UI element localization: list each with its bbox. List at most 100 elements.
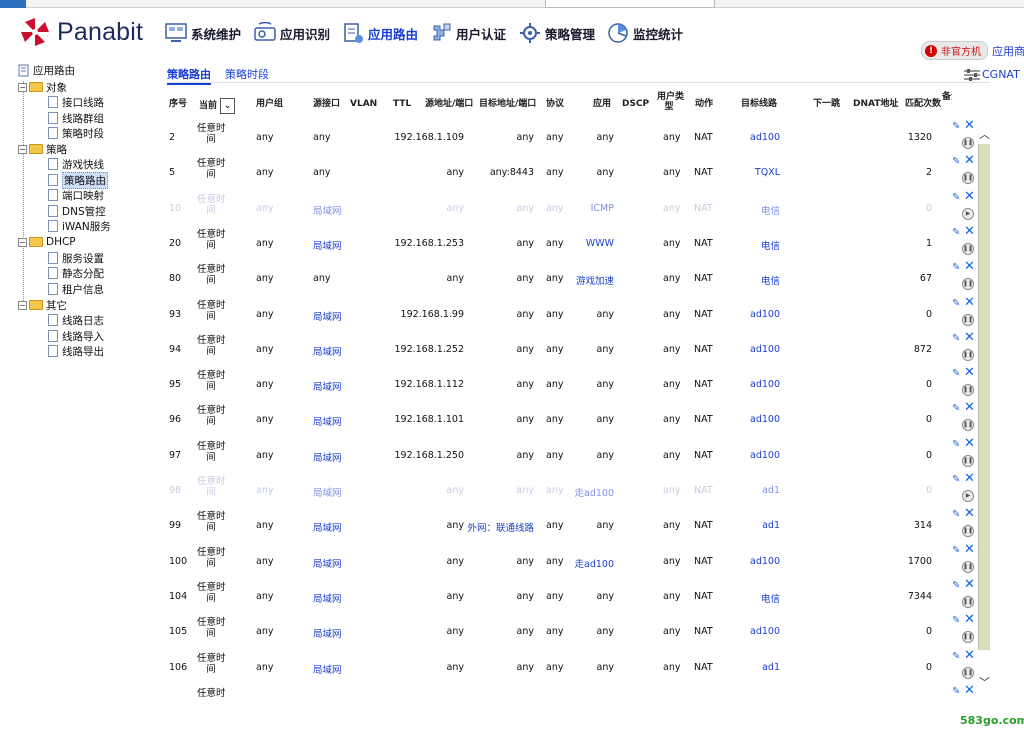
cell-src-interface[interactable]: 局域网 xyxy=(313,662,342,676)
delete-x-icon[interactable]: ✕ xyxy=(964,648,975,663)
cell-src-interface[interactable]: 局域网 xyxy=(313,450,342,464)
tree-item-policy-routing[interactable]: 策略路由 xyxy=(48,171,108,189)
table-row[interactable]: 任意时间 5 any any any any:8443 any any any NAT TQXL 2 xyxy=(167,153,952,188)
edit-pencil-icon[interactable]: ✎ xyxy=(952,474,960,485)
delete-x-icon[interactable]: ✕ xyxy=(964,224,975,239)
table-row[interactable]: 任意时间 107 any 局域网 any any any any any NAT 电信 0 xyxy=(167,683,952,698)
col-dnat[interactable]: DNAT地址 xyxy=(853,99,898,109)
cell-app[interactable]: 游戏加速 xyxy=(576,273,614,287)
edit-pencil-icon[interactable]: ✎ xyxy=(952,580,960,591)
cell-target-line[interactable]: ad100 xyxy=(750,344,780,355)
nav-system-maintenance[interactable]: 系统维护 xyxy=(165,22,241,44)
nav-user-auth[interactable]: 用户认证 xyxy=(430,22,506,44)
table-row[interactable]: 任意时间 20 any 局域网 192.168.1.253 any any WWW any NAT… xyxy=(167,224,952,259)
col-protocol[interactable]: 协议 xyxy=(546,99,564,109)
tree-group-objects[interactable]: − 对象 xyxy=(18,80,67,94)
pause-toggle-icon[interactable]: ❚❚ xyxy=(962,419,974,432)
col-src-addr[interactable]: 源地址/端口 xyxy=(425,99,473,109)
tree-group-policy[interactable]: − 策略 xyxy=(18,142,67,156)
table-row[interactable]: 任意时间 99 any 局域网 any 外网：联通线路 any any any NAT ad1 314 xyxy=(167,506,952,541)
edit-pencil-icon[interactable]: ✎ xyxy=(952,545,960,556)
pause-toggle-icon[interactable]: ❚❚ xyxy=(962,384,974,397)
delete-x-icon[interactable]: ✕ xyxy=(964,542,975,557)
tree-item-service-settings[interactable]: 服务设置 xyxy=(48,251,104,265)
cell-src-interface[interactable]: 局域网 xyxy=(313,520,342,534)
cell-src-interface[interactable]: 局域网 xyxy=(313,309,342,323)
table-row[interactable]: 任意时间 80 any any any any any 游戏加速 any NAT 电信 67 xyxy=(167,259,952,294)
app-store-link[interactable]: 应用商 xyxy=(992,43,1024,59)
cell-src-interface[interactable]: 局域网 xyxy=(313,238,342,252)
col-ttl[interactable]: TTL xyxy=(393,99,411,109)
col-dscp[interactable]: DSCP xyxy=(622,99,649,109)
cgnat-button[interactable]: CGNAT xyxy=(964,68,1020,81)
table-row[interactable]: 任意时间 93 any 局域网 192.168.1.99 any any any any NAT a… xyxy=(167,295,952,330)
pause-toggle-icon[interactable]: ❚❚ xyxy=(962,242,974,255)
delete-x-icon[interactable]: ✕ xyxy=(964,330,975,345)
pause-toggle-icon[interactable]: ❚❚ xyxy=(962,172,974,185)
cell-target-line[interactable]: 电信 xyxy=(761,697,780,698)
cell-app[interactable]: 走ad100 xyxy=(575,556,615,570)
edit-pencil-icon[interactable]: ✎ xyxy=(952,509,960,520)
tree-item-lease-info[interactable]: 租户信息 xyxy=(48,282,104,296)
cell-target-line[interactable]: ad1 xyxy=(762,662,780,673)
tree-item-line-import[interactable]: 线路导入 xyxy=(48,329,104,343)
collapse-toggle-icon[interactable]: − xyxy=(18,144,27,154)
edit-pencil-icon[interactable]: ✎ xyxy=(952,192,960,203)
browser-tab[interactable] xyxy=(545,0,715,8)
tree-item-static-allocation[interactable]: 静态分配 xyxy=(48,266,104,280)
brand-logo[interactable]: Panabit xyxy=(20,17,143,47)
cell-app[interactable]: ICMP xyxy=(591,203,614,214)
edit-pencil-icon[interactable]: ✎ xyxy=(952,262,960,273)
cell-dst-addr[interactable]: 外网：联通线路 xyxy=(467,520,534,534)
table-row[interactable]: 任意时间 106 any 局域网 any any any any any NAT ad1 0 xyxy=(167,648,952,683)
delete-x-icon[interactable]: ✕ xyxy=(964,365,975,380)
pause-toggle-icon[interactable]: ❚❚ xyxy=(962,278,974,291)
pause-toggle-icon[interactable]: ❚❚ xyxy=(962,137,974,149)
cell-target-line[interactable]: ad100 xyxy=(750,556,780,567)
delete-x-icon[interactable]: ✕ xyxy=(964,153,975,168)
col-usergroup[interactable]: 用户组 xyxy=(256,99,283,109)
cell-target-line[interactable]: 电信 xyxy=(761,273,780,287)
collapse-toggle-icon[interactable]: − xyxy=(18,82,27,92)
current-filter-dropdown[interactable]: ⌄ xyxy=(220,98,236,114)
tree-item-dns-control[interactable]: DNS管控 xyxy=(48,204,106,218)
col-note[interactable]: 备注 xyxy=(942,92,952,102)
nav-policy-management[interactable]: 策略管理 xyxy=(519,22,595,44)
cell-src-interface[interactable]: 局域网 xyxy=(313,203,342,217)
tree-group-dhcp[interactable]: − DHCP xyxy=(18,235,76,249)
col-vlan[interactable]: VLAN xyxy=(350,99,377,109)
table-row[interactable]: 任意时间 97 any 局域网 192.168.1.250 any any any any NAT… xyxy=(167,436,952,471)
play-toggle-icon[interactable]: ▶ xyxy=(962,207,974,220)
edit-pencil-icon[interactable]: ✎ xyxy=(952,121,960,132)
tree-item-iwan-service[interactable]: iWAN服务 xyxy=(48,219,111,233)
cell-src-interface[interactable]: 局域网 xyxy=(313,485,342,499)
tree-item-game-fastline[interactable]: 游戏快线 xyxy=(48,157,104,171)
cell-src-interface[interactable]: 局域网 xyxy=(313,344,342,358)
col-match-count[interactable]: 匹配次数 xyxy=(905,99,941,109)
browser-back-button[interactable] xyxy=(0,0,26,8)
col-action[interactable]: 动作 xyxy=(695,99,713,109)
tree-item-port-mapping[interactable]: 端口映射 xyxy=(48,188,104,202)
cell-app[interactable]: WWW xyxy=(586,238,614,249)
cell-src-interface[interactable]: 局域网 xyxy=(313,379,342,393)
cell-src-interface[interactable]: 局域网 xyxy=(313,556,342,570)
col-dst-addr[interactable]: 目标地址/端口 xyxy=(479,99,536,109)
delete-x-icon[interactable]: ✕ xyxy=(964,471,975,486)
edit-pencil-icon[interactable]: ✎ xyxy=(952,615,960,626)
tree-group-other[interactable]: − 其它 xyxy=(18,298,67,312)
edit-pencil-icon[interactable]: ✎ xyxy=(952,439,960,450)
tree-item-line-log[interactable]: 线路日志 xyxy=(48,313,104,327)
delete-x-icon[interactable]: ✕ xyxy=(964,189,975,204)
pause-toggle-icon[interactable]: ❚❚ xyxy=(962,525,974,538)
play-toggle-icon[interactable]: ▶ xyxy=(962,490,974,502)
cell-src-interface[interactable]: 局域网 xyxy=(313,626,342,640)
collapse-toggle-icon[interactable]: − xyxy=(18,237,27,247)
delete-x-icon[interactable]: ✕ xyxy=(964,118,975,133)
tree-root[interactable]: 应用路由 xyxy=(18,63,75,77)
col-app[interactable]: 应用 xyxy=(593,99,611,109)
vertical-scrollbar[interactable] xyxy=(978,144,990,650)
delete-x-icon[interactable]: ✕ xyxy=(964,259,975,274)
nav-monitor-stats[interactable]: 监控统计 xyxy=(607,22,683,44)
table-row[interactable]: 任意时间 94 any 局域网 192.168.1.252 any any any any NAT… xyxy=(167,330,952,365)
cell-target-line[interactable]: ad100 xyxy=(750,379,780,390)
